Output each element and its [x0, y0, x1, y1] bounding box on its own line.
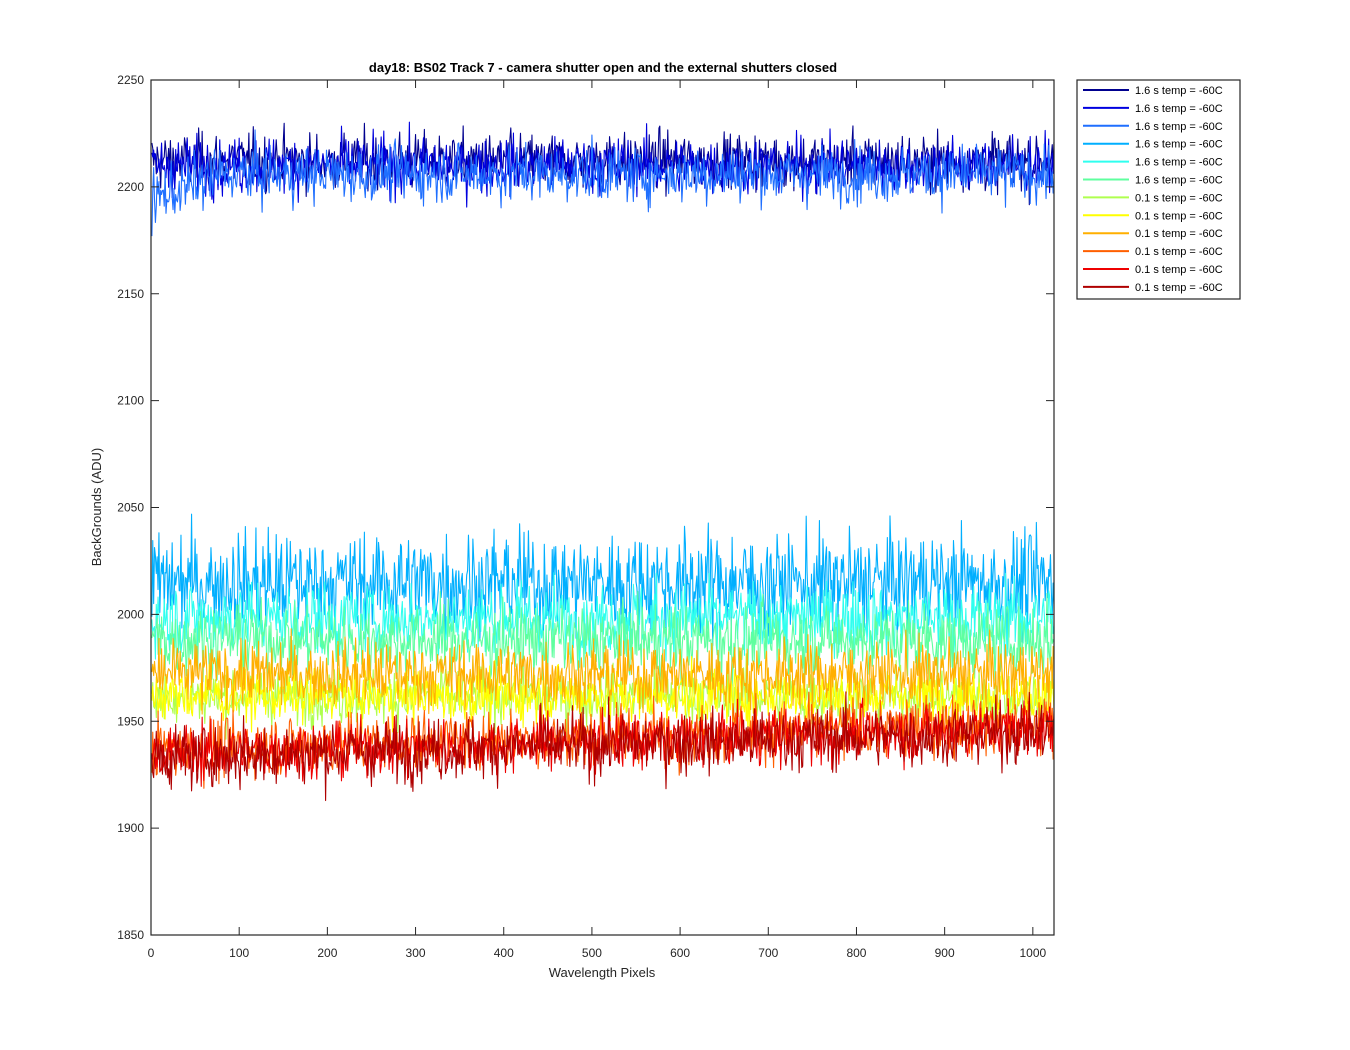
x-tick-label: 800	[846, 946, 866, 960]
axes-background	[151, 80, 1054, 935]
x-tick-label: 1000	[1019, 946, 1046, 960]
x-tick-label: 500	[582, 946, 602, 960]
legend-label-1: 1.6 s temp = -60C	[1135, 85, 1223, 97]
legend[interactable]: 1.6 s temp = -60C 1.6 s temp = -60C 1.6 s …	[1076, 79, 1241, 300]
x-tick-label: 200	[317, 946, 337, 960]
legend-label-8: 0.1 s temp = -60C	[1135, 210, 1223, 222]
y-tick-label: 2250	[117, 73, 144, 87]
legend-label-10: 0.1 s temp = -60C	[1135, 246, 1223, 258]
y-tick-label: 1850	[117, 928, 144, 942]
legend-label-2: 1.6 s temp = -60C	[1135, 103, 1223, 115]
x-tick-label: 0	[148, 946, 155, 960]
y-tick-label: 2100	[117, 394, 144, 408]
legend-label-11: 0.1 s temp = -60C	[1135, 264, 1223, 276]
x-tick-label: 600	[670, 946, 690, 960]
legend-label-5: 1.6 s temp = -60C	[1135, 157, 1223, 169]
x-tick-label: 300	[406, 946, 426, 960]
legend-label-6: 1.6 s temp = -60C	[1135, 175, 1223, 187]
x-tick-label: 100	[229, 946, 249, 960]
chart-title: day18: BS02 Track 7 - camera shutter ope…	[369, 60, 837, 75]
legend-label-12: 0.1 s temp = -60C	[1135, 282, 1223, 294]
x-tick-label: 400	[494, 946, 514, 960]
figure: day18: BS02 Track 7 - camera shutter ope…	[0, 0, 1350, 1050]
y-tick-label: 2150	[117, 287, 144, 301]
y-tick-label: 2050	[117, 501, 144, 515]
x-axis-label: Wavelength Pixels	[549, 965, 656, 980]
y-tick-label: 1900	[117, 821, 144, 835]
legend-label-3: 1.6 s temp = -60C	[1135, 121, 1223, 133]
y-tick-label: 1950	[117, 714, 144, 728]
legend-label-4: 1.6 s temp = -60C	[1135, 139, 1223, 151]
y-tick-label: 2200	[117, 180, 144, 194]
plot-area: 0 100 200 300 400 500 600 700 800 900 1000 1850 1900…	[117, 73, 1055, 960]
legend-label-9: 0.1 s temp = -60C	[1135, 228, 1223, 240]
legend-label-7: 0.1 s temp = -60C	[1135, 192, 1223, 204]
y-tick-label: 2000	[117, 607, 144, 621]
x-tick-label: 900	[935, 946, 955, 960]
x-tick-label: 700	[758, 946, 778, 960]
y-axis-label: BackGrounds (ADU)	[89, 448, 104, 566]
